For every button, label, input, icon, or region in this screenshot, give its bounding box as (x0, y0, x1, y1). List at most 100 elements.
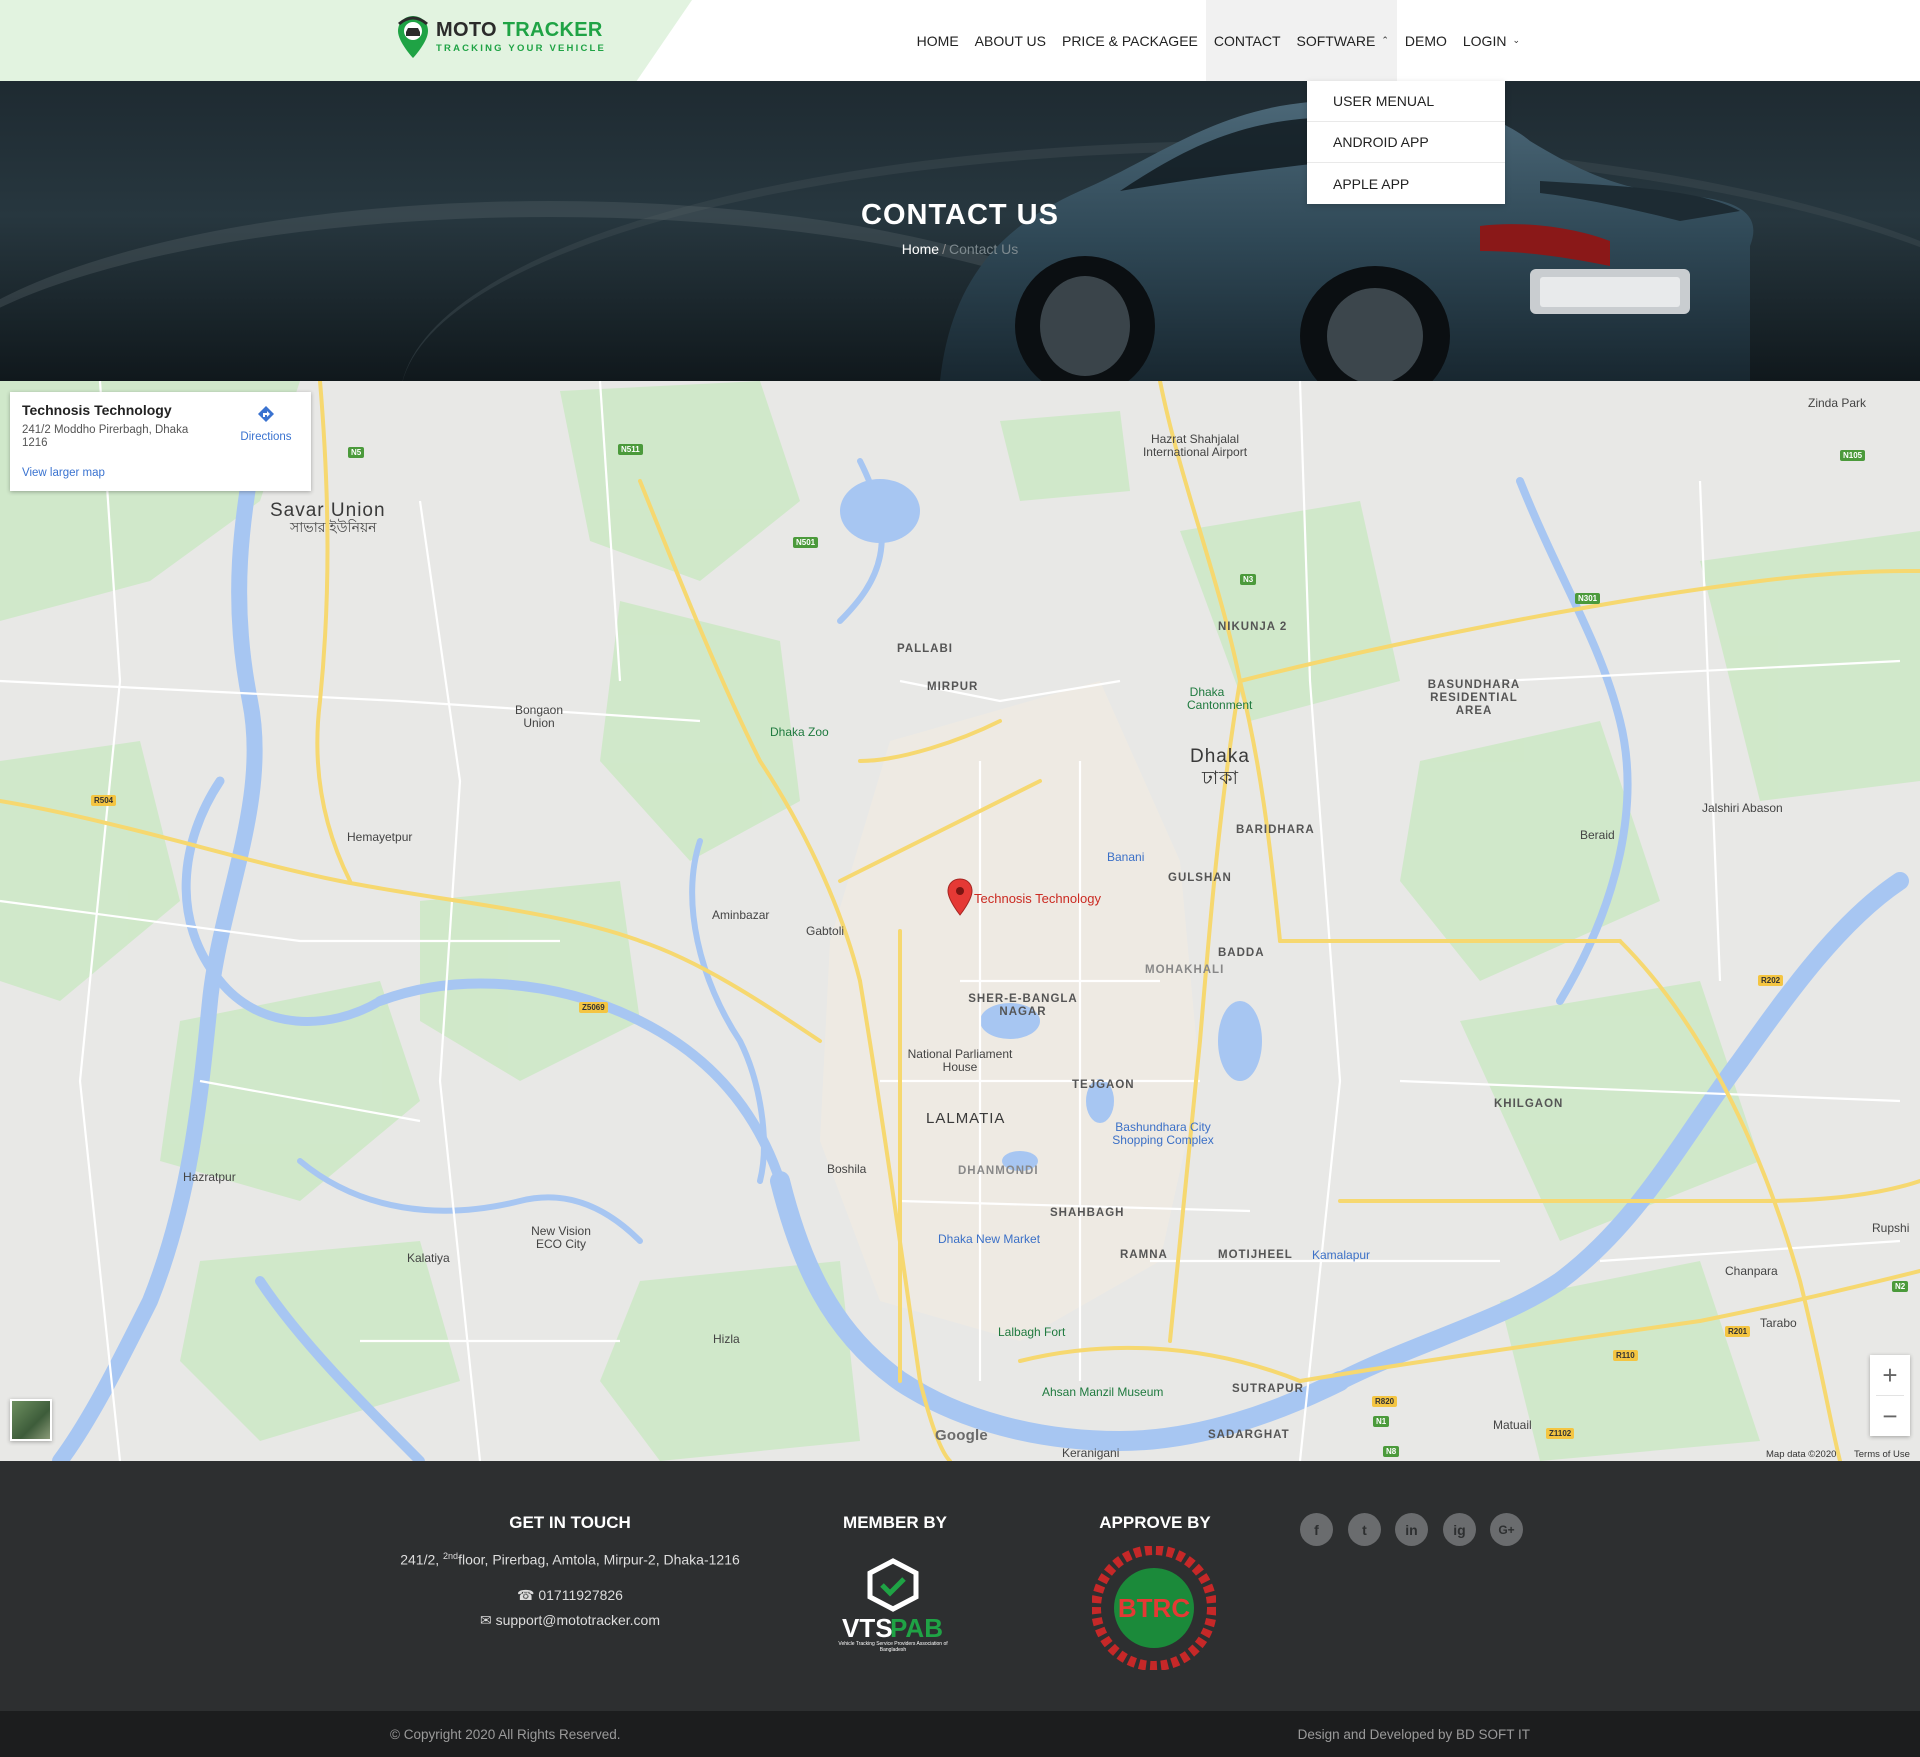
nav-software[interactable]: SOFTWARE ⌃ (1288, 0, 1397, 81)
satellite-toggle-button[interactable] (10, 1399, 52, 1441)
google-logo: Google (935, 1427, 988, 1444)
nav-price-package[interactable]: PRICE & PACKAGEE (1054, 0, 1206, 81)
road-shield: R504 (91, 795, 117, 806)
map-place-address: 241/2 Moddho Pirerbagh, Dhaka 1216 (22, 424, 189, 449)
road-shield: N3 (1240, 574, 1257, 585)
directions-button[interactable]: Directions (236, 404, 296, 443)
nav-contact[interactable]: CONTACT (1205, 0, 1289, 81)
place-label: BASUNDHARA RESIDENTIAL AREA (1427, 679, 1521, 717)
breadcrumb-current: Contact Us (949, 241, 1019, 257)
twitter-icon[interactable]: t (1348, 1513, 1381, 1546)
nav-about-us[interactable]: ABOUT US (967, 0, 1054, 81)
place-label: Boshila (827, 1162, 867, 1176)
copyright-text: © Copyright 2020 All Rights Reserved. (390, 1727, 621, 1742)
map-canvas (0, 381, 1920, 1461)
place-label: Tarabo (1760, 1316, 1797, 1330)
place-label: ঢাকা (1202, 768, 1240, 789)
road-shield: R110 (1613, 1350, 1638, 1361)
directions-label: Directions (240, 431, 292, 443)
place-label: Dhaka New Market (938, 1232, 1041, 1246)
brand-tagline: TRACKING YOUR VEHICLE (436, 43, 607, 55)
place-label: Keranigani (1062, 1446, 1120, 1460)
embedded-google-map[interactable]: Technosis Technology 241/2 Moddho Pirerb… (0, 381, 1920, 1461)
place-label: SHAHBAGH (1050, 1207, 1125, 1219)
zoom-control: + − (1870, 1355, 1910, 1436)
main-nav: HOME ABOUT US PRICE & PACKAGEE CONTACT S… (909, 0, 1528, 81)
nav-login[interactable]: LOGIN ⌄ (1455, 0, 1528, 81)
place-label: BADDA (1218, 947, 1265, 959)
nav-software-label: SOFTWARE (1296, 32, 1376, 49)
place-label: Jalshiri Abason (1702, 801, 1783, 815)
place-label: SHER-E-BANGLA NAGAR (968, 993, 1078, 1018)
view-larger-map-link[interactable]: View larger map (22, 467, 105, 479)
zoom-in-button[interactable]: + (1870, 1355, 1910, 1395)
menu-user-manual[interactable]: USER MENUAL (1307, 81, 1505, 122)
road-shield: N511 (618, 444, 643, 455)
contact-heading: GET IN TOUCH (509, 1513, 631, 1532)
member-heading: MEMBER BY (843, 1513, 947, 1532)
place-label: Beraid (1580, 828, 1615, 842)
place-label: Rupshi (1872, 1221, 1910, 1235)
menu-apple-app[interactable]: APPLE APP (1307, 163, 1505, 204)
road-shield: N501 (793, 537, 819, 548)
zoom-out-button[interactable]: − (1870, 1396, 1910, 1436)
contact-email[interactable]: ✉ support@mototracker.com (420, 1612, 720, 1629)
place-label: Matuail (1493, 1418, 1532, 1432)
breadcrumb-home-link[interactable]: Home (902, 241, 939, 257)
linkedin-icon[interactable]: in (1395, 1513, 1428, 1546)
place-label: RAMNA (1120, 1249, 1168, 1261)
chevron-down-icon: ⌄ (1512, 35, 1520, 45)
menu-android-app[interactable]: ANDROID APP (1307, 122, 1505, 163)
map-info-card: Technosis Technology 241/2 Moddho Pirerb… (10, 392, 311, 491)
place-label: GULSHAN (1168, 872, 1232, 884)
contact-address: 241/2, 2ndfloor, Pirerbag, Amtola, Mirpu… (400, 1551, 740, 1568)
btrc-logo: BTRC (1092, 1546, 1216, 1670)
place-label: Savar Union (270, 500, 386, 521)
breadcrumb: Home / Contact Us (0, 241, 1920, 257)
place-label: MOTIJHEEL (1218, 1249, 1293, 1261)
approve-heading: APPROVE BY (1099, 1513, 1211, 1532)
google-plus-icon[interactable]: G+ (1490, 1513, 1523, 1546)
place-label: MIRPUR (927, 681, 979, 693)
place-label: সাভার ইউনিয়ন (290, 519, 377, 535)
phone-icon: ☎ (517, 1587, 535, 1603)
place-label: MOHAKHALI (1145, 964, 1225, 976)
road-shield: R202 (1758, 975, 1784, 986)
directions-icon (258, 406, 274, 422)
place-label: Banani (1107, 850, 1145, 864)
envelope-icon: ✉ (479, 1612, 492, 1628)
contact-phone[interactable]: ☎ 01711927826 (470, 1587, 670, 1604)
place-label: New Vision ECO City (531, 1224, 591, 1251)
place-label: TEJGAON (1072, 1079, 1135, 1091)
place-label: Kamalapur (1312, 1248, 1371, 1262)
site-header: MOTO TRACKER TRACKING YOUR VEHICLE HOME … (0, 0, 1920, 81)
place-label: Bongaon Union (514, 703, 564, 730)
place-label: SADARGHAT (1208, 1429, 1290, 1441)
place-label: Hazratpur (183, 1170, 236, 1184)
breadcrumb-separator: / (942, 241, 946, 257)
terms-of-use-link[interactable]: Terms of Use (1854, 1449, 1910, 1460)
road-shield: Z1102 (1546, 1428, 1575, 1439)
place-label: Zinda Park (1808, 396, 1867, 410)
place-label: PALLABI (897, 643, 953, 655)
place-label: Ahsan Manzil Museum (1042, 1385, 1164, 1399)
place-label: Aminbazar (712, 908, 770, 922)
place-label: DHANMONDI (958, 1165, 1039, 1177)
site-footer: GET IN TOUCH 241/2, 2ndfloor, Pirerbag, … (0, 1461, 1920, 1711)
road-shield: R201 (1725, 1326, 1751, 1337)
nav-home[interactable]: HOME (909, 0, 967, 81)
facebook-icon[interactable]: f (1300, 1513, 1333, 1546)
developer-credit[interactable]: Design and Developed by BD SOFT IT (1298, 1727, 1530, 1742)
software-dropdown: USER MENUAL ANDROID APP APPLE APP (1307, 81, 1505, 204)
map-marker-icon[interactable] (947, 878, 973, 916)
chevron-up-icon: ⌃ (1381, 35, 1389, 45)
place-label: Hazrat Shahjalal International Airport (1142, 432, 1248, 459)
brand-logo[interactable]: MOTO TRACKER TRACKING YOUR VEHICLE (396, 14, 606, 60)
nav-login-label: LOGIN (1462, 32, 1507, 49)
instagram-icon[interactable]: ig (1443, 1513, 1476, 1546)
place-label: KHILGAON (1494, 1098, 1564, 1110)
svg-text:BTRC: BTRC (1118, 1593, 1190, 1623)
place-label: Lalbagh Fort (998, 1325, 1066, 1339)
nav-demo[interactable]: DEMO (1397, 0, 1455, 81)
place-label: Chanpara (1725, 1264, 1778, 1278)
